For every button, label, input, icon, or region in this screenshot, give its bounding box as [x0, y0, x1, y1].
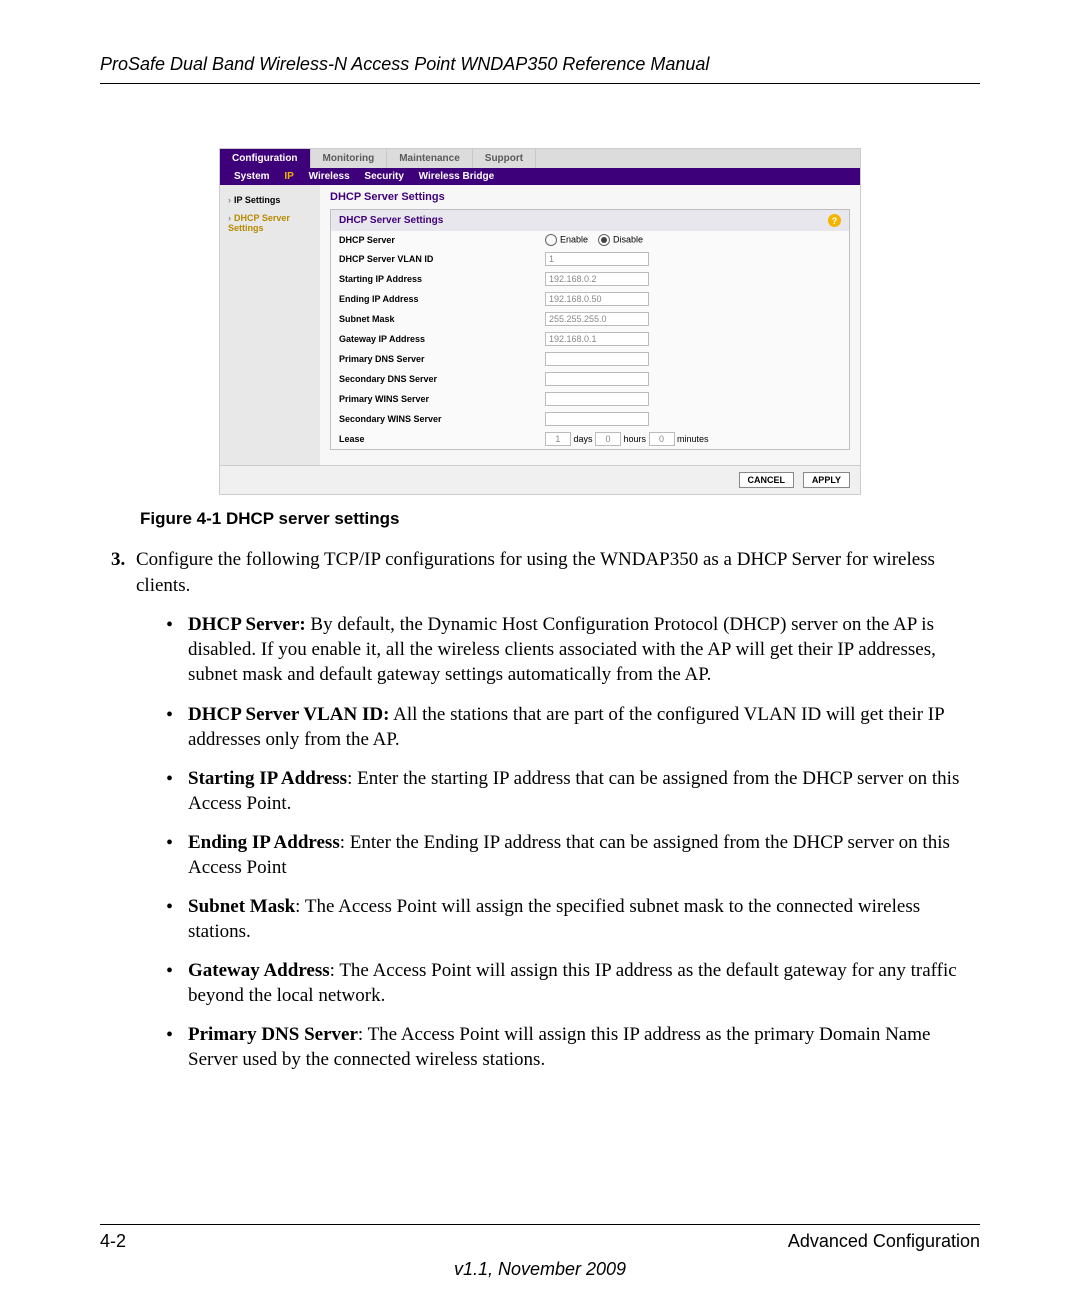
- step-3-text: Configure the following TCP/IP configura…: [136, 549, 935, 596]
- page-footer: 4-2 Advanced Configuration v1.1, Novembe…: [100, 1224, 980, 1252]
- running-header: ProSafe Dual Band Wireless-N Access Poin…: [100, 54, 980, 84]
- bullet-list: DHCP Server: By default, the Dynamic Hos…: [166, 612, 980, 1072]
- bullet-item: Subnet Mask: The Access Point will assig…: [166, 894, 980, 944]
- bullet-item: DHCP Server: By default, the Dynamic Hos…: [166, 612, 980, 687]
- tab-configuration[interactable]: Configuration: [220, 149, 311, 168]
- input-primary-dns[interactable]: [545, 352, 649, 366]
- tab-support[interactable]: Support: [473, 149, 536, 168]
- label-gateway: Gateway IP Address: [331, 329, 537, 349]
- panel-title: DHCP Server Settings: [339, 215, 443, 226]
- bullet-label: DHCP Server:: [188, 614, 306, 635]
- bullet-label: Ending IP Address: [188, 832, 340, 853]
- sub-tabbar: System IP Wireless Security Wireless Bri…: [220, 168, 860, 185]
- sidebar-item-dhcp-server-settings[interactable]: ›DHCP Server Settings: [220, 209, 320, 237]
- footer-version: v1.1, November 2009: [100, 1259, 980, 1280]
- bullet-item: Gateway Address: The Access Point will a…: [166, 958, 980, 1008]
- sidebar-item-ip-settings[interactable]: ›IP Settings: [220, 191, 320, 209]
- bullet-item: Ending IP Address: Enter the Ending IP a…: [166, 830, 980, 880]
- bullet-label: Gateway Address: [188, 960, 330, 981]
- subtab-security[interactable]: Security: [358, 171, 409, 182]
- content-area: DHCP Server Settings DHCP Server Setting…: [320, 185, 860, 465]
- footer-page-number: 4-2: [100, 1231, 126, 1252]
- sidebar-item-label: DHCP Server Settings: [228, 213, 290, 233]
- footer-section: Advanced Configuration: [788, 1231, 980, 1252]
- subtab-wireless-bridge[interactable]: Wireless Bridge: [413, 171, 501, 182]
- radio-disable[interactable]: [598, 234, 610, 246]
- input-vlan-id[interactable]: [545, 252, 649, 266]
- figure-caption: Figure 4-1 DHCP server settings: [140, 509, 980, 529]
- label-primary-wins: Primary WINS Server: [331, 389, 537, 409]
- tab-maintenance[interactable]: Maintenance: [387, 149, 473, 168]
- help-icon[interactable]: ?: [828, 214, 841, 227]
- button-bar: CANCEL APPLY: [220, 465, 860, 494]
- radio-enable[interactable]: [545, 234, 557, 246]
- unit-days: days: [573, 434, 592, 444]
- tab-monitoring[interactable]: Monitoring: [311, 149, 388, 168]
- label-disable: Disable: [613, 234, 643, 244]
- input-lease-minutes[interactable]: [649, 432, 675, 446]
- cancel-button[interactable]: CANCEL: [739, 472, 795, 488]
- label-subnet-mask: Subnet Mask: [331, 309, 537, 329]
- input-start-ip[interactable]: [545, 272, 649, 286]
- bullet-item: Primary DNS Server: The Access Point wil…: [166, 1022, 980, 1072]
- bullet-label: DHCP Server VLAN ID:: [188, 704, 389, 725]
- input-secondary-dns[interactable]: [545, 372, 649, 386]
- dhcp-screenshot: Configuration Monitoring Maintenance Sup…: [219, 148, 861, 495]
- label-enable: Enable: [560, 234, 588, 244]
- label-dhcp-server: DHCP Server: [331, 231, 537, 249]
- apply-button[interactable]: APPLY: [803, 472, 850, 488]
- bullet-label: Starting IP Address: [188, 768, 347, 789]
- label-vlan-id: DHCP Server VLAN ID: [331, 249, 537, 269]
- unit-minutes: minutes: [677, 434, 709, 444]
- input-subnet-mask[interactable]: [545, 312, 649, 326]
- step-list: Configure the following TCP/IP configura…: [110, 547, 980, 1072]
- label-primary-dns: Primary DNS Server: [331, 349, 537, 369]
- input-lease-days[interactable]: [545, 432, 571, 446]
- input-end-ip[interactable]: [545, 292, 649, 306]
- input-gateway[interactable]: [545, 332, 649, 346]
- bullet-item: Starting IP Address: Enter the starting …: [166, 766, 980, 816]
- content-title: DHCP Server Settings: [330, 191, 850, 203]
- input-primary-wins[interactable]: [545, 392, 649, 406]
- bullet-item: DHCP Server VLAN ID: All the stations th…: [166, 702, 980, 752]
- bullet-label: Primary DNS Server: [188, 1024, 358, 1045]
- bullet-label: Subnet Mask: [188, 896, 295, 917]
- subtab-wireless[interactable]: Wireless: [303, 171, 356, 182]
- input-secondary-wins[interactable]: [545, 412, 649, 426]
- label-start-ip: Starting IP Address: [331, 269, 537, 289]
- unit-hours: hours: [624, 434, 647, 444]
- bullet-text: : The Access Point will assign the speci…: [188, 896, 920, 942]
- subtab-system[interactable]: System: [228, 171, 276, 182]
- input-lease-hours[interactable]: [595, 432, 621, 446]
- settings-panel: DHCP Server Settings ? DHCP Server Enabl…: [330, 209, 850, 450]
- sidebar-item-label: IP Settings: [234, 195, 280, 205]
- subtab-ip[interactable]: IP: [278, 171, 299, 182]
- label-secondary-dns: Secondary DNS Server: [331, 369, 537, 389]
- label-lease: Lease: [331, 429, 537, 449]
- main-tabbar: Configuration Monitoring Maintenance Sup…: [220, 149, 860, 168]
- left-sidebar: ›IP Settings ›DHCP Server Settings: [220, 185, 320, 465]
- label-end-ip: Ending IP Address: [331, 289, 537, 309]
- label-secondary-wins: Secondary WINS Server: [331, 409, 537, 429]
